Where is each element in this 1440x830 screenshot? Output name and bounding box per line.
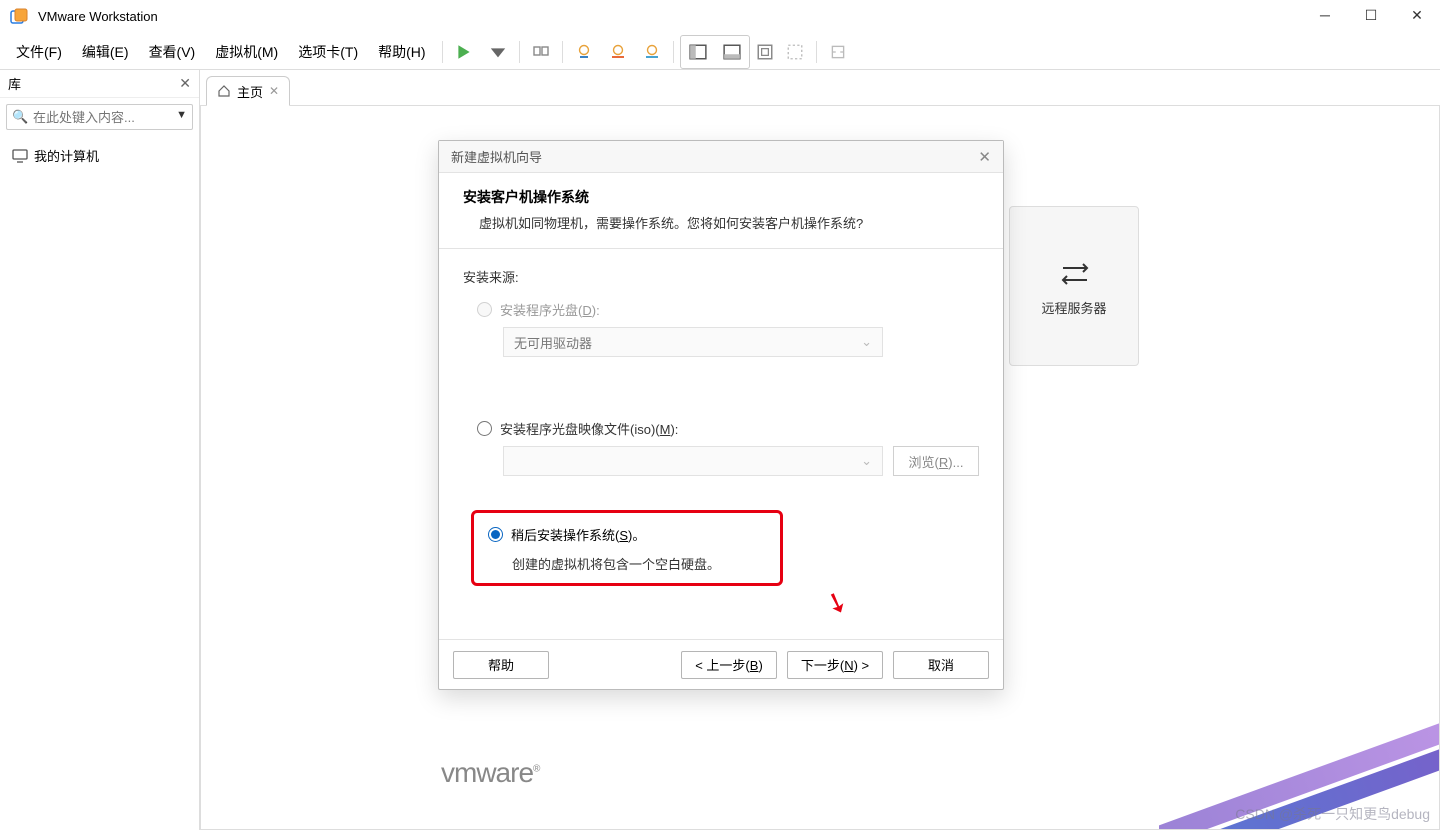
- window-title: VMware Workstation: [38, 9, 158, 24]
- remote-server-label: 远程服务器: [1041, 298, 1106, 317]
- chevron-down-icon: ⌄: [861, 453, 872, 469]
- title-bar: VMware Workstation ─ ☐ ✕: [0, 0, 1440, 34]
- radio-install-later-input[interactable]: [488, 527, 503, 542]
- clock-icon-3[interactable]: [637, 38, 667, 66]
- dialog-heading: 安装客户机操作系统: [463, 187, 979, 207]
- radio-installer-disc-label: 安装程序光盘(D):: [500, 300, 600, 319]
- menu-tabs[interactable]: 选项卡(T): [288, 36, 368, 68]
- vmware-logo: vmware®: [441, 757, 539, 789]
- chevron-down-icon: ⌄: [861, 334, 872, 350]
- dialog-body: 安装来源: 安装程序光盘(D): 无可用驱动器 ⌄ 安装程序光盘映像文件(iso…: [439, 249, 1003, 639]
- next-button[interactable]: 下一步(N) >: [787, 651, 883, 679]
- menu-help[interactable]: 帮助(H): [368, 36, 435, 68]
- vmware-app-icon: [10, 8, 28, 26]
- highlighted-option: 稍后安装操作系统(S)。 创建的虚拟机将包含一个空白硬盘。: [471, 510, 783, 586]
- radio-installer-disc[interactable]: 安装程序光盘(D):: [477, 300, 979, 319]
- separator: [673, 41, 674, 63]
- connect-icon: [1053, 256, 1095, 290]
- radio-install-later-note: 创建的虚拟机将包含一个空白硬盘。: [512, 554, 766, 573]
- radio-iso-file[interactable]: 安装程序光盘映像文件(iso)(M):: [477, 419, 979, 438]
- tab-label: 主页: [237, 82, 263, 101]
- close-button[interactable]: ✕: [1394, 0, 1440, 30]
- radio-installer-disc-input: [477, 302, 492, 317]
- separator: [816, 41, 817, 63]
- radio-install-later[interactable]: 稍后安装操作系统(S)。: [488, 525, 766, 544]
- menu-file[interactable]: 文件(F): [6, 36, 72, 68]
- layout-sidebar-icon[interactable]: [683, 38, 713, 66]
- clock-icon-2[interactable]: [603, 38, 633, 66]
- remote-server-card[interactable]: 远程服务器: [1009, 206, 1139, 366]
- maximize-button[interactable]: ☐: [1348, 0, 1394, 30]
- sidebar-close-icon[interactable]: ✕: [179, 75, 191, 92]
- dialog-footer: 帮助 < 上一步(B) 下一步(N) > 取消: [439, 639, 1003, 689]
- search-icon: 🔍: [12, 109, 28, 125]
- back-button[interactable]: < 上一步(B): [681, 651, 777, 679]
- radio-iso-file-label: 安装程序光盘映像文件(iso)(M):: [500, 419, 678, 438]
- home-icon: [217, 84, 231, 98]
- fullscreen-icon[interactable]: [750, 38, 780, 66]
- cancel-button[interactable]: 取消: [893, 651, 989, 679]
- browse-button[interactable]: 浏览(R)...: [893, 446, 979, 476]
- menu-vm[interactable]: 虚拟机(M): [205, 36, 288, 68]
- play-button[interactable]: [449, 38, 479, 66]
- library-sidebar: 库 ✕ 🔍 ▼ 我的计算机: [0, 70, 200, 830]
- new-vm-wizard-dialog: 新建虚拟机向导 ✕ 安装客户机操作系统 虚拟机如同物理机，需要操作系统。您将如何…: [438, 140, 1004, 690]
- install-source-label: 安装来源:: [463, 267, 979, 286]
- dialog-subheading: 虚拟机如同物理机，需要操作系统。您将如何安装客户机操作系统?: [463, 213, 979, 232]
- dialog-close-icon[interactable]: ✕: [978, 148, 991, 166]
- sidebar-title: 库: [8, 74, 21, 93]
- separator: [562, 41, 563, 63]
- tree-item-label: 我的计算机: [34, 146, 99, 165]
- tree-item-my-computer[interactable]: 我的计算机: [10, 142, 189, 169]
- tab-home[interactable]: 主页 ✕: [206, 76, 290, 106]
- menu-bar: 文件(F) 编辑(E) 查看(V) 虚拟机(M) 选项卡(T) 帮助(H): [0, 34, 1440, 70]
- unity-icon[interactable]: [780, 38, 810, 66]
- library-tree: 我的计算机: [0, 136, 199, 175]
- iso-path-select[interactable]: ⌄: [503, 446, 883, 476]
- disc-drive-select: 无可用驱动器 ⌄: [503, 327, 883, 357]
- library-search-input[interactable]: [6, 104, 193, 130]
- search-dropdown-icon[interactable]: ▼: [176, 109, 187, 121]
- separator: [442, 41, 443, 63]
- monitor-icon: [12, 149, 28, 163]
- menu-edit[interactable]: 编辑(E): [72, 36, 139, 68]
- play-dropdown[interactable]: [483, 38, 513, 66]
- radio-iso-file-input[interactable]: [477, 421, 492, 436]
- stretch-icon[interactable]: [823, 38, 853, 66]
- clock-icon-1[interactable]: [569, 38, 599, 66]
- disc-drive-value: 无可用驱动器: [514, 333, 592, 352]
- help-button[interactable]: 帮助: [453, 651, 549, 679]
- watermark-text: CSDN @杀死一只知更鸟debug: [1235, 804, 1430, 824]
- annotation-arrow-icon: ➘: [820, 583, 853, 622]
- minimize-button[interactable]: ─: [1302, 0, 1348, 30]
- tab-close-icon[interactable]: ✕: [269, 84, 279, 98]
- tab-strip: 主页 ✕: [200, 74, 1440, 106]
- radio-install-later-label: 稍后安装操作系统(S)。: [511, 525, 645, 544]
- layout-bottom-icon[interactable]: [717, 38, 747, 66]
- snapshot-icon[interactable]: [526, 38, 556, 66]
- menu-view[interactable]: 查看(V): [139, 36, 206, 68]
- dialog-title: 新建虚拟机向导: [451, 147, 542, 166]
- separator: [519, 41, 520, 63]
